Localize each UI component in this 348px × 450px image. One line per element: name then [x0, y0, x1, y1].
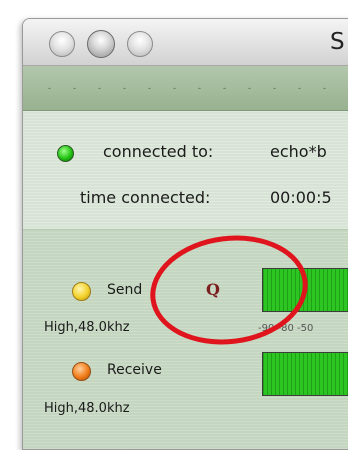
- connected-to-label: connected to:: [103, 142, 214, 161]
- time-connected-label: time connected:: [80, 188, 211, 207]
- connection-status-area: [23, 111, 348, 230]
- title-bar[interactable]: S: [23, 19, 348, 66]
- receive-status-icon: [72, 362, 91, 381]
- receive-level-meter: [262, 352, 348, 396]
- time-connected-value: 00:00:5: [270, 188, 332, 207]
- minimize-button[interactable]: [87, 30, 115, 58]
- send-label: Send: [107, 282, 143, 298]
- toolbar-dots: [37, 87, 348, 89]
- receive-label: Receive: [107, 362, 162, 378]
- toolbar: [23, 66, 348, 111]
- window-title: S: [330, 29, 345, 55]
- connected-to-value: echo*b: [270, 142, 327, 161]
- receive-quality: High,48.0khz: [44, 401, 130, 416]
- close-button[interactable]: [49, 31, 75, 57]
- send-status-icon: [72, 282, 91, 301]
- zoom-button[interactable]: [127, 31, 153, 57]
- connection-status-icon: [57, 145, 74, 162]
- send-quality: High,48.0khz: [44, 320, 130, 335]
